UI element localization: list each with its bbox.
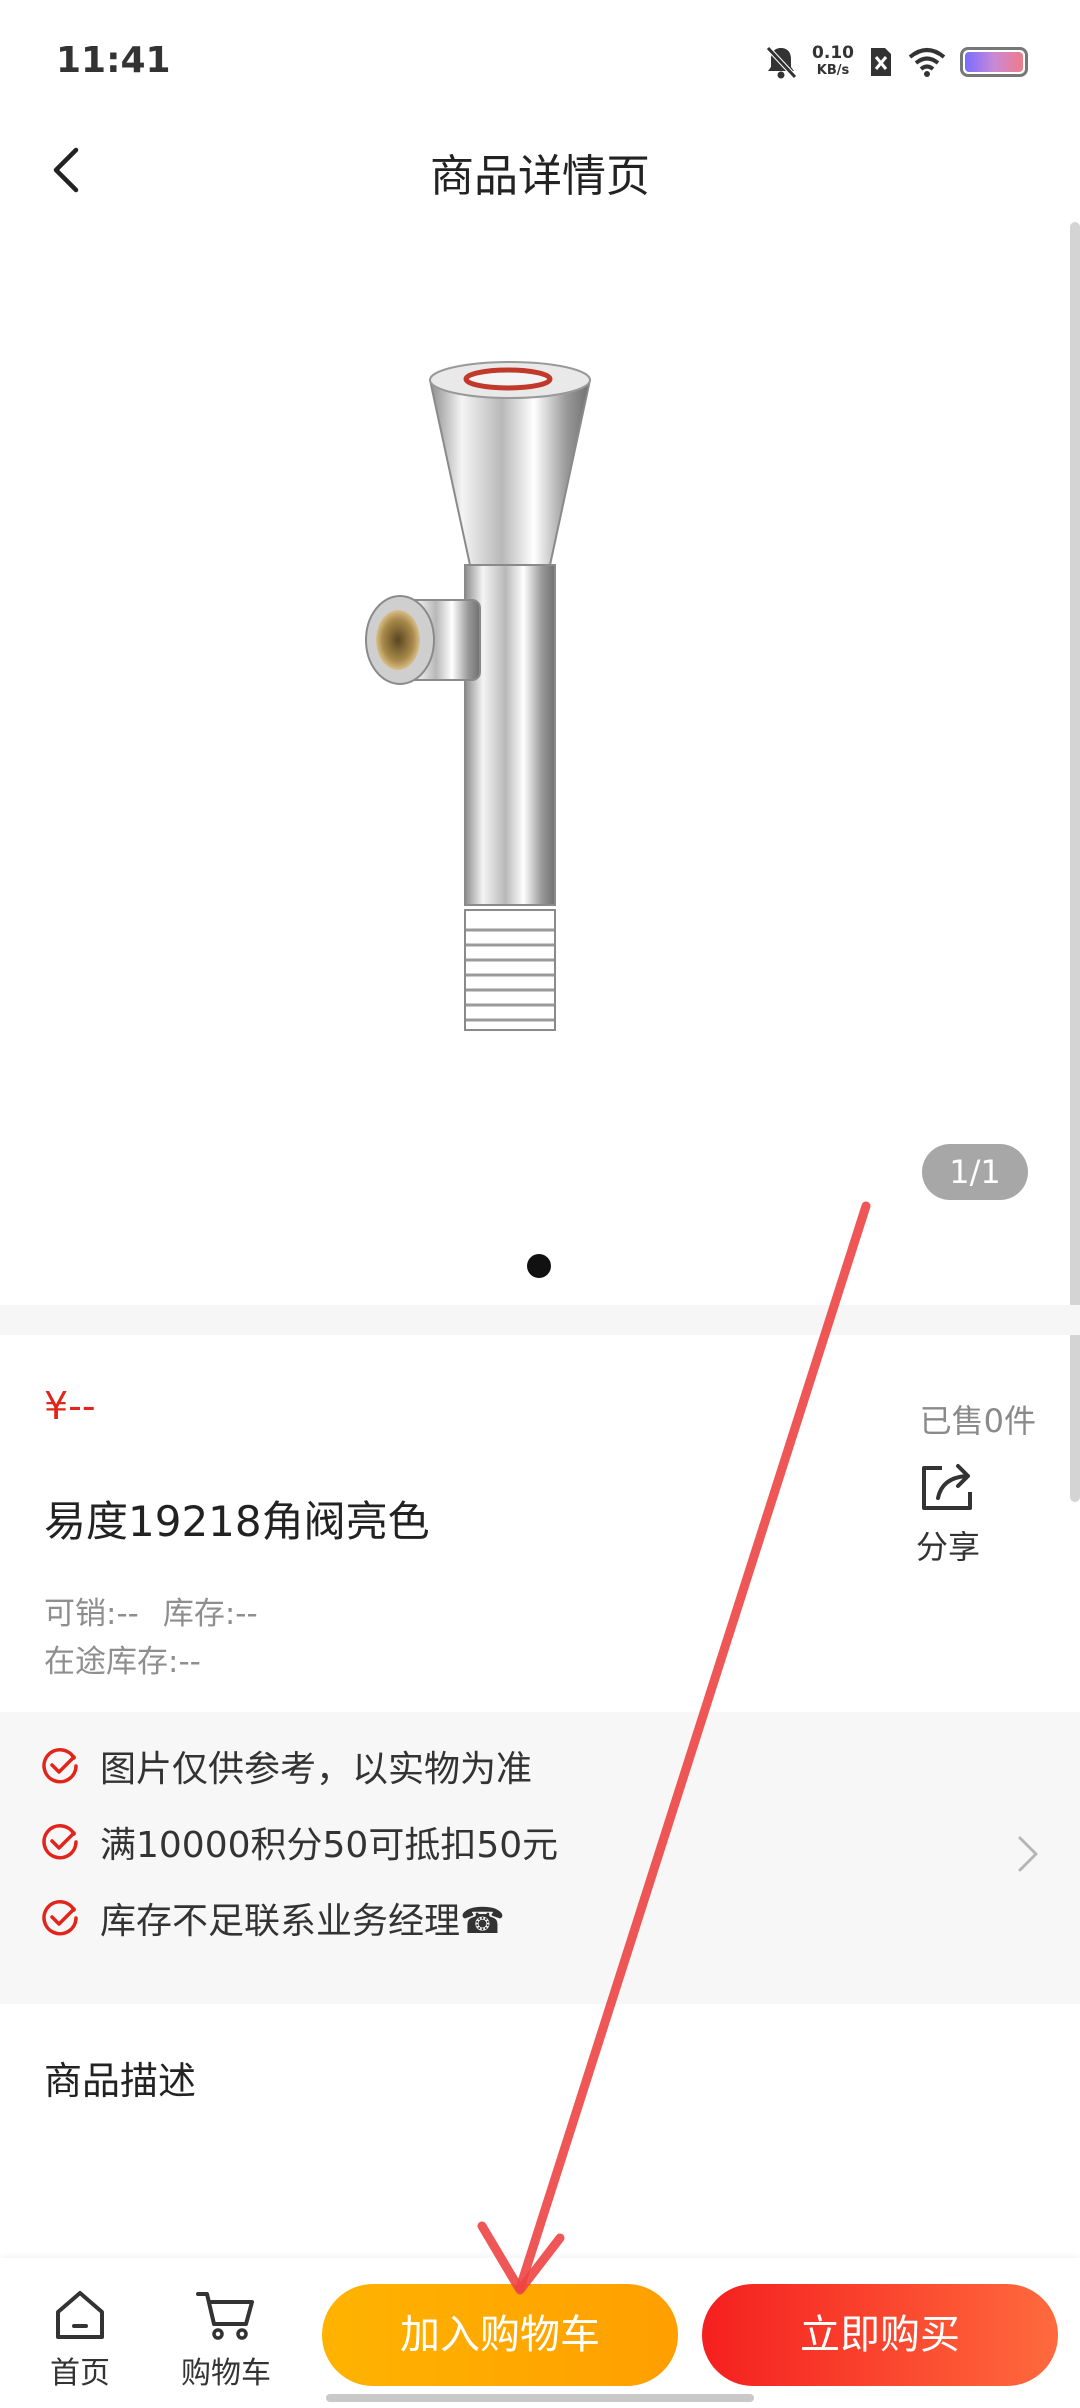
image-page-counter: 1/1: [922, 1144, 1028, 1200]
share-label: 分享: [915, 1528, 980, 1566]
sold-count: 已售0件: [919, 1402, 1036, 1440]
carousel-dot[interactable]: [527, 1254, 551, 1278]
product-name: 易度19218角阀亮色: [44, 1497, 430, 1546]
bell-muted-icon: [766, 46, 797, 79]
in-transit-stock: 在途库存:--: [44, 1644, 201, 1680]
notice-panel[interactable]: 图片仅供参考，以实物为准 满10000积分50可抵扣50元 库存不足联系业务经理…: [0, 1712, 1080, 2004]
product-image: [365, 361, 592, 1031]
check-circle-icon: [42, 1900, 78, 1936]
share-icon: [922, 1464, 972, 1510]
home-indicator: [326, 2394, 754, 2402]
sim-blocked-icon: [871, 48, 891, 76]
home-icon: [56, 2291, 104, 2339]
product-price: ¥--: [44, 1384, 96, 1428]
buy-now-button[interactable]: 立即购买: [702, 2284, 1058, 2386]
wifi-icon: [908, 48, 946, 77]
add-to-cart-button[interactable]: 加入购物车: [322, 2284, 678, 2386]
header: 商品详情页: [0, 120, 1080, 220]
description-title: 商品描述: [44, 2059, 197, 2103]
bottom-action-bar: 首页 购物车 加入购物车 立即购买: [0, 2258, 1080, 2408]
check-circle-icon: [42, 1748, 78, 1784]
notice-item: 库存不足联系业务经理☎: [40, 1888, 505, 1948]
battery-icon: [960, 47, 1028, 77]
product-gallery[interactable]: 1/1: [0, 220, 1080, 1305]
page-title: 商品详情页: [430, 151, 650, 202]
chevron-right-icon[interactable]: [1016, 1832, 1040, 1876]
nav-cart-label: 购物车: [181, 2356, 271, 2391]
notice-item: 图片仅供参考，以实物为准: [40, 1736, 532, 1796]
network-speed-value: 0.10: [812, 43, 854, 63]
status-bar: 11:41 0.10 KB/s: [0, 0, 1080, 120]
stock-qty: 库存:--: [162, 1596, 258, 1632]
notice-text: 满10000积分50可抵扣50元: [100, 1825, 559, 1866]
notice-text: 图片仅供参考，以实物为准: [100, 1749, 533, 1790]
network-speed-unit: KB/s: [816, 63, 850, 78]
status-icons: 0.10 KB/s: [764, 40, 1028, 84]
stock-info: 可销:-- 库存:--: [44, 1588, 258, 1633]
nav-cart[interactable]: 购物车: [166, 2288, 286, 2392]
sellable-qty: 可销:--: [44, 1596, 139, 1632]
nav-home-label: 首页: [50, 2356, 110, 2391]
status-time: 11:41: [56, 40, 171, 81]
check-circle-icon: [42, 1824, 78, 1860]
share-button[interactable]: 分享: [906, 1460, 990, 1568]
notice-item: 满10000积分50可抵扣50元: [40, 1812, 558, 1872]
network-speed: 0.10 KB/s: [812, 44, 854, 80]
cart-icon: [196, 2292, 254, 2340]
notice-text: 库存不足联系业务经理☎: [100, 1901, 505, 1942]
section-divider: [0, 1305, 1080, 1335]
nav-home[interactable]: 首页: [20, 2288, 140, 2392]
